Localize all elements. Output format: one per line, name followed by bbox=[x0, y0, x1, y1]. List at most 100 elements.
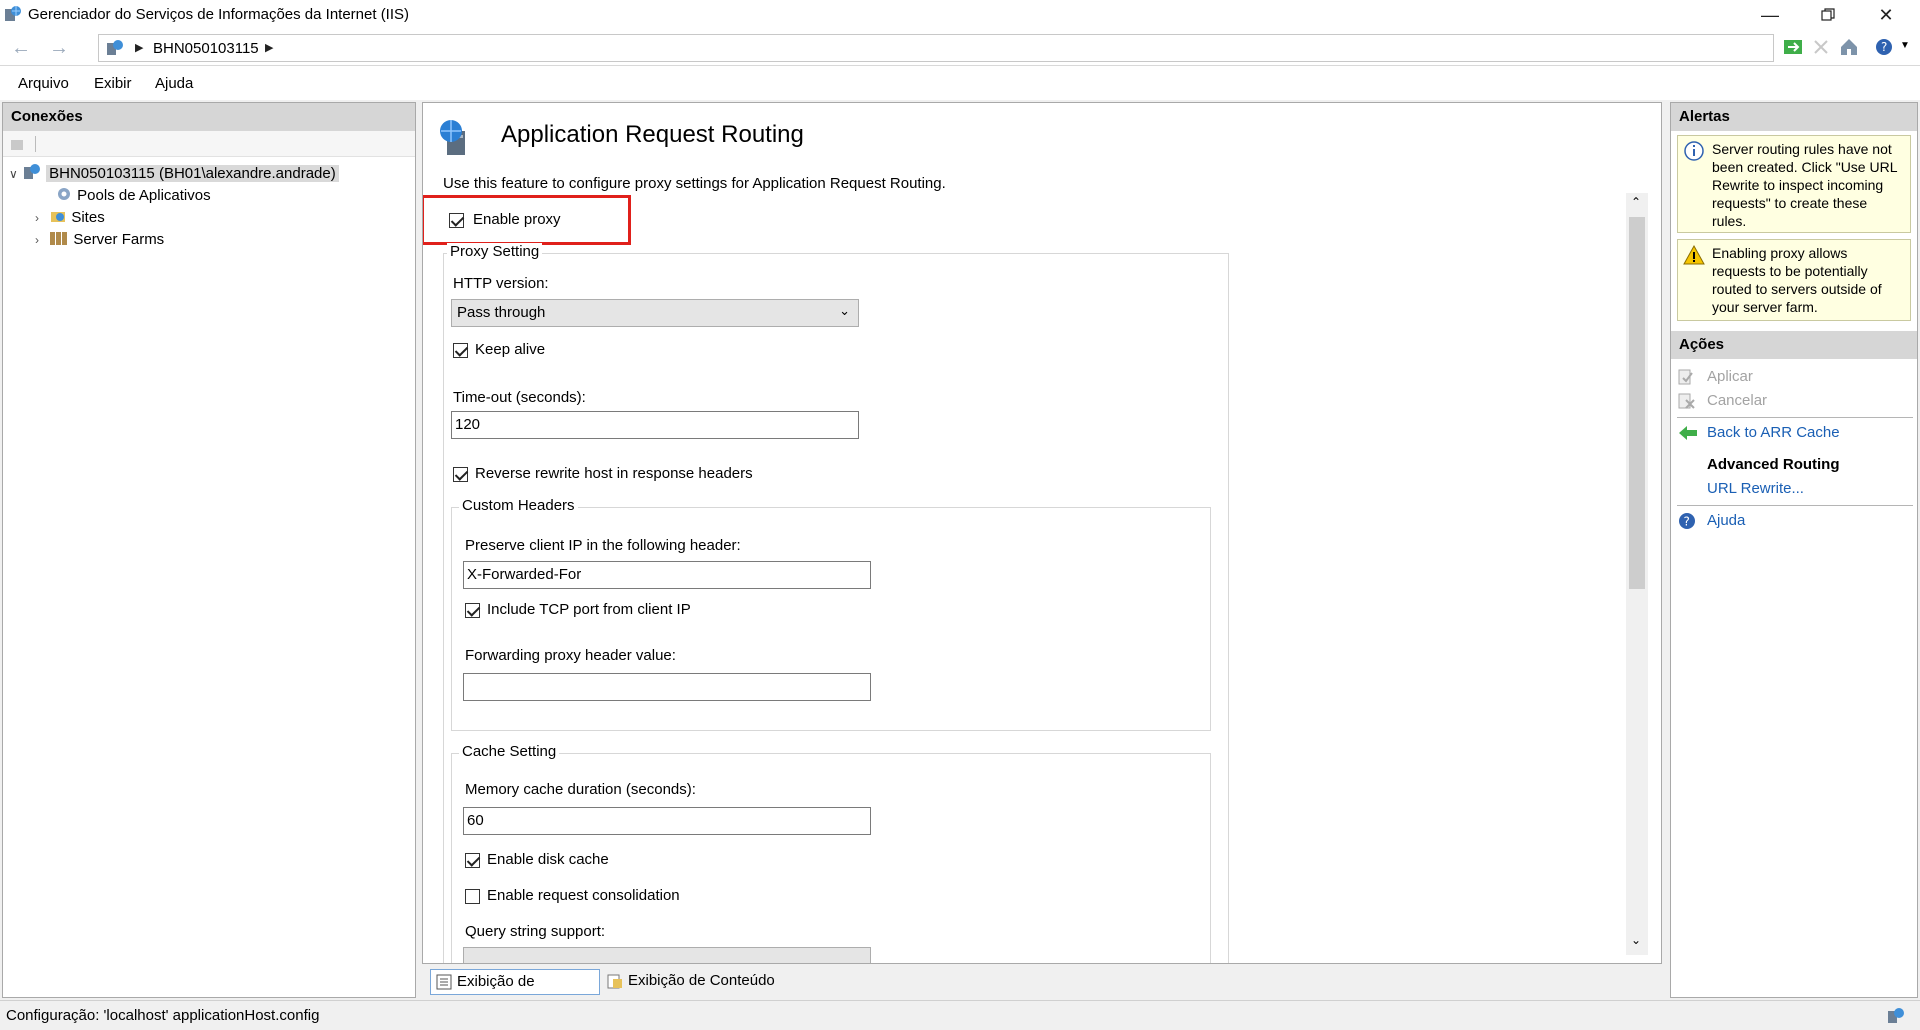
http-version-select[interactable]: Pass through ⌄ bbox=[451, 299, 859, 327]
back-button[interactable]: ← bbox=[6, 36, 36, 60]
checkbox-box[interactable] bbox=[453, 343, 468, 358]
checkbox-box[interactable] bbox=[465, 603, 480, 618]
menu-ajuda[interactable]: Ajuda bbox=[155, 75, 193, 92]
close-button[interactable]: ✕ bbox=[1858, 0, 1914, 30]
back-to-arr-cache-action[interactable]: Back to ARR Cache bbox=[1671, 421, 1911, 445]
reverse-rewrite-label: Reverse rewrite host in response headers bbox=[475, 465, 753, 482]
include-tcp-label: Include TCP port from client IP bbox=[487, 601, 691, 618]
address-bar: ← → ▶ BHN050103115 ▶ ? ▼ bbox=[0, 30, 1920, 66]
server-icon bbox=[23, 164, 40, 179]
checkbox-box[interactable] bbox=[465, 853, 480, 868]
checkbox-box[interactable] bbox=[465, 889, 480, 904]
memory-cache-label: Memory cache duration (seconds): bbox=[465, 781, 696, 798]
cache-setting-title: Cache Setting bbox=[459, 743, 560, 760]
scroll-down-icon[interactable]: ⌄ bbox=[1631, 933, 1641, 947]
preserve-ip-label: Preserve client IP in the following head… bbox=[465, 537, 741, 554]
forwarding-input[interactable] bbox=[463, 673, 871, 701]
alert-text: Enabling proxy allows requests to be pot… bbox=[1712, 245, 1882, 315]
features-view-icon bbox=[436, 974, 452, 990]
back-arrow-icon: ← bbox=[11, 37, 31, 59]
disk-cache-label: Enable disk cache bbox=[487, 851, 609, 868]
cancel-label: Cancelar bbox=[1707, 392, 1768, 409]
menu-exibir[interactable]: Exibir bbox=[94, 75, 132, 92]
tree-item-app-pools[interactable]: Pools de Aplicativos bbox=[55, 185, 211, 207]
forward-arrow-icon: → bbox=[49, 37, 69, 59]
advanced-routing-heading: Advanced Routing bbox=[1671, 453, 1911, 477]
restore-button[interactable] bbox=[1800, 0, 1856, 30]
window-title: Gerenciador do Serviços de Informações d… bbox=[28, 6, 410, 23]
apply-label: Aplicar bbox=[1707, 368, 1753, 385]
query-string-select[interactable] bbox=[463, 947, 871, 963]
help-dropdown-icon[interactable]: ? bbox=[1874, 36, 1896, 58]
keep-alive-label: Keep alive bbox=[475, 341, 546, 358]
feature-content: Application Request Routing Use this fea… bbox=[423, 103, 1661, 963]
view-tabs: Exibição de Recursos Exibição de Conteúd… bbox=[422, 966, 1662, 1014]
tab-features-view[interactable]: Exibição de Recursos bbox=[430, 969, 600, 1014]
actions-panel: Alertas Server routing rules have not be… bbox=[1670, 102, 1918, 998]
content-view-icon bbox=[607, 974, 622, 989]
toolbar-divider bbox=[35, 136, 36, 152]
warning-icon bbox=[1683, 244, 1705, 265]
feature-panel: Application Request Routing Use this fea… bbox=[422, 102, 1662, 964]
alert-routing-rules: Server routing rules have not been creat… bbox=[1677, 135, 1911, 233]
minimize-button[interactable]: — bbox=[1742, 0, 1798, 30]
vertical-scrollbar[interactable]: ⌃ ⌄ bbox=[1626, 193, 1648, 955]
tab-content-view[interactable]: Exibição de Conteúdo bbox=[602, 969, 782, 995]
actions-separator bbox=[1677, 417, 1913, 418]
tree-expand-icon[interactable]: › bbox=[35, 233, 39, 247]
checkbox-box[interactable] bbox=[449, 213, 464, 228]
preserve-ip-input[interactable]: X-Forwarded-For bbox=[463, 561, 871, 589]
restore-icon bbox=[1821, 8, 1835, 21]
home-icon[interactable] bbox=[1838, 36, 1860, 58]
help-chevron-down-icon[interactable]: ▼ bbox=[1900, 40, 1910, 51]
app-pool-icon bbox=[58, 188, 70, 200]
timeout-input[interactable]: 120 bbox=[451, 411, 859, 439]
sites-folder-icon bbox=[51, 212, 66, 222]
connect-icon[interactable] bbox=[9, 135, 27, 153]
breadcrumb-separator-icon: ▶ bbox=[135, 42, 144, 54]
server-farm-icon bbox=[50, 232, 68, 245]
http-version-value: Pass through bbox=[457, 304, 546, 321]
info-icon bbox=[1684, 141, 1704, 161]
cancel-action[interactable]: Cancelar bbox=[1671, 389, 1911, 413]
server-icon bbox=[107, 40, 123, 55]
chevron-down-icon: ⌄ bbox=[839, 303, 850, 318]
tree-root-row[interactable]: ∨ BHN050103115 (BH01\alexandre.andrade) bbox=[9, 163, 339, 185]
checkbox-box[interactable] bbox=[453, 467, 468, 482]
url-rewrite-action[interactable]: URL Rewrite... bbox=[1671, 477, 1911, 501]
query-string-label: Query string support: bbox=[465, 923, 606, 940]
stop-icon[interactable] bbox=[1810, 36, 1832, 58]
alerts-header: Alertas bbox=[1671, 103, 1917, 131]
cancel-icon bbox=[1678, 393, 1695, 409]
apply-action[interactable]: Aplicar bbox=[1671, 365, 1911, 389]
svg-text:?: ? bbox=[1684, 515, 1690, 529]
breadcrumb-server[interactable]: BHN050103115 bbox=[153, 40, 259, 57]
arr-feature-icon bbox=[440, 120, 465, 155]
connections-panel: Conexões ∨ BHN050103115 (BH01\alexandre.… bbox=[2, 102, 416, 998]
tree-collapse-icon[interactable]: ∨ bbox=[9, 167, 18, 181]
back-arrow-icon bbox=[1679, 426, 1697, 440]
tree-item-label: Server Farms bbox=[73, 231, 165, 248]
help-label: Ajuda bbox=[1707, 512, 1746, 529]
http-version-label: HTTP version: bbox=[453, 275, 549, 292]
breadcrumb-expand-icon[interactable]: ▶ bbox=[265, 41, 273, 54]
tree-expand-icon[interactable]: › bbox=[35, 211, 39, 225]
proxy-setting-title: Proxy Setting bbox=[447, 243, 543, 260]
memory-cache-input[interactable]: 60 bbox=[463, 807, 871, 835]
iis-app-icon bbox=[5, 6, 21, 21]
title-bar: Gerenciador do Serviços de Informações d… bbox=[0, 0, 1920, 30]
tree-item-sites[interactable]: › Sites bbox=[35, 207, 105, 229]
tree-item-label: Pools de Aplicativos bbox=[77, 187, 211, 204]
actions-header: Ações bbox=[1671, 331, 1917, 359]
advanced-routing-label: Advanced Routing bbox=[1707, 456, 1840, 473]
tree-item-server-farms[interactable]: › Server Farms bbox=[35, 229, 164, 251]
scroll-up-icon[interactable]: ⌃ bbox=[1631, 195, 1641, 209]
scrollbar-thumb[interactable] bbox=[1629, 217, 1645, 589]
menu-arquivo[interactable]: Arquivo bbox=[18, 75, 69, 92]
forward-button[interactable]: → bbox=[44, 36, 74, 60]
back-to-arr-cache-label: Back to ARR Cache bbox=[1707, 424, 1840, 441]
menu-bar: Arquivo Exibir Ajuda bbox=[0, 66, 1920, 100]
help-action[interactable]: ? Ajuda bbox=[1671, 509, 1911, 533]
refresh-icon[interactable] bbox=[1782, 36, 1804, 58]
address-box[interactable]: ▶ BHN050103115 ▶ bbox=[98, 34, 1774, 62]
